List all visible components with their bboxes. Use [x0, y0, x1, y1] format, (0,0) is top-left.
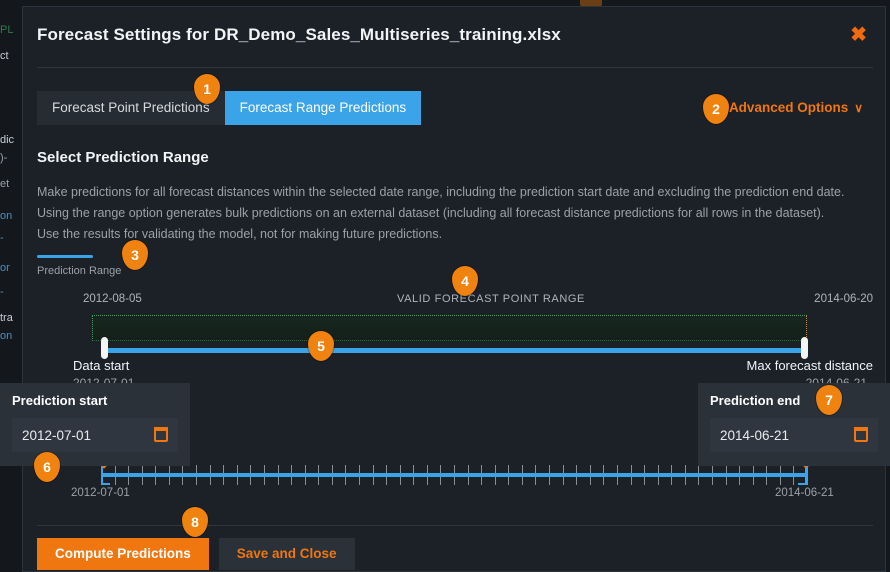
valid-forecast-range-label: VALID FORECAST POINT RANGE	[397, 293, 585, 305]
background-text-fragment: on	[0, 330, 12, 342]
advanced-options-label: Advanced Options	[729, 100, 848, 115]
background-text-fragment: -	[0, 232, 4, 244]
screen-root: PL ct dic )- et on - or - tra on Forecast Settings…	[0, 0, 890, 572]
background-text-fragment: dic	[0, 134, 14, 146]
prediction-range-slider: 2012-07-01 2014-06-21	[37, 459, 873, 509]
calendar-icon[interactable]	[154, 427, 168, 442]
slider-end-date-label: 2014-06-21	[775, 487, 834, 499]
prediction-end-label: Prediction end	[710, 393, 878, 408]
footer-divider	[37, 525, 873, 526]
modal-header: Forecast Settings for DR_Demo_Sales_Mult…	[23, 7, 885, 67]
section-description: Make predictions for all forecast distan…	[37, 182, 849, 245]
prediction-end-input[interactable]: 2014-06-21	[710, 418, 878, 452]
prediction-start-value: 2012-07-01	[22, 428, 91, 443]
timeline-handle-start[interactable]	[101, 337, 108, 359]
background-text-fragment: tra	[0, 312, 13, 324]
slider-tick	[807, 465, 808, 485]
background-text-fragment: on	[0, 210, 12, 222]
valid-forecast-range-band	[92, 315, 807, 341]
calendar-icon[interactable]	[854, 427, 868, 442]
page-title: Forecast Settings for DR_Demo_Sales_Mult…	[37, 25, 561, 45]
prediction-end-panel: Prediction end 2014-06-21	[698, 383, 890, 466]
save-and-close-button[interactable]: Save and Close	[219, 538, 355, 570]
background-text-fragment: ct	[0, 50, 9, 62]
timeline-valid-start-label: 2012-08-05	[83, 293, 142, 305]
background-text-fragment: et	[0, 178, 9, 190]
timeline-data-start-label: Data start	[73, 358, 129, 373]
slider-stem-end	[805, 467, 807, 485]
compute-predictions-button[interactable]: Compute Predictions	[37, 538, 209, 570]
timeline-track[interactable]	[101, 348, 807, 353]
forecast-timeline: 2012-08-05 VALID FORECAST POINT RANGE 20…	[37, 293, 873, 375]
legend-label: Prediction Range	[37, 265, 121, 277]
slider-track[interactable]	[101, 473, 807, 477]
close-icon[interactable]: ✖	[850, 25, 867, 45]
background-text-fragment: )-	[0, 152, 7, 164]
chevron-down-icon: ∨	[854, 101, 863, 115]
timeline-valid-end-label: 2014-06-20	[814, 293, 873, 305]
prediction-start-panel: Prediction start 2012-07-01	[0, 383, 190, 466]
tab-forecast-range-predictions[interactable]: Forecast Range Predictions	[225, 91, 422, 125]
legend-color-swatch	[37, 255, 93, 258]
slider-stem-start	[101, 467, 103, 485]
prediction-range-legend: Prediction Range	[37, 255, 121, 277]
section-title: Select Prediction Range	[37, 149, 209, 166]
background-text-fragment: PL	[0, 24, 13, 36]
prediction-end-value: 2014-06-21	[720, 428, 789, 443]
advanced-options-toggle[interactable]: Advanced Options ∨	[729, 100, 863, 115]
prediction-start-input[interactable]: 2012-07-01	[12, 418, 178, 452]
background-text-fragment: -	[0, 286, 4, 298]
timeline-max-distance-label: Max forecast distance	[747, 358, 873, 373]
header-divider	[37, 67, 873, 68]
prediction-start-label: Prediction start	[12, 393, 178, 408]
modal-footer: Compute Predictions Save and Close	[37, 538, 355, 570]
background-text-fragment: or	[0, 262, 10, 274]
slider-start-date-label: 2012-07-01	[71, 487, 130, 499]
prediction-mode-tabs: Forecast Point Predictions Forecast Rang…	[37, 91, 421, 125]
timeline-handle-end[interactable]	[801, 337, 808, 359]
